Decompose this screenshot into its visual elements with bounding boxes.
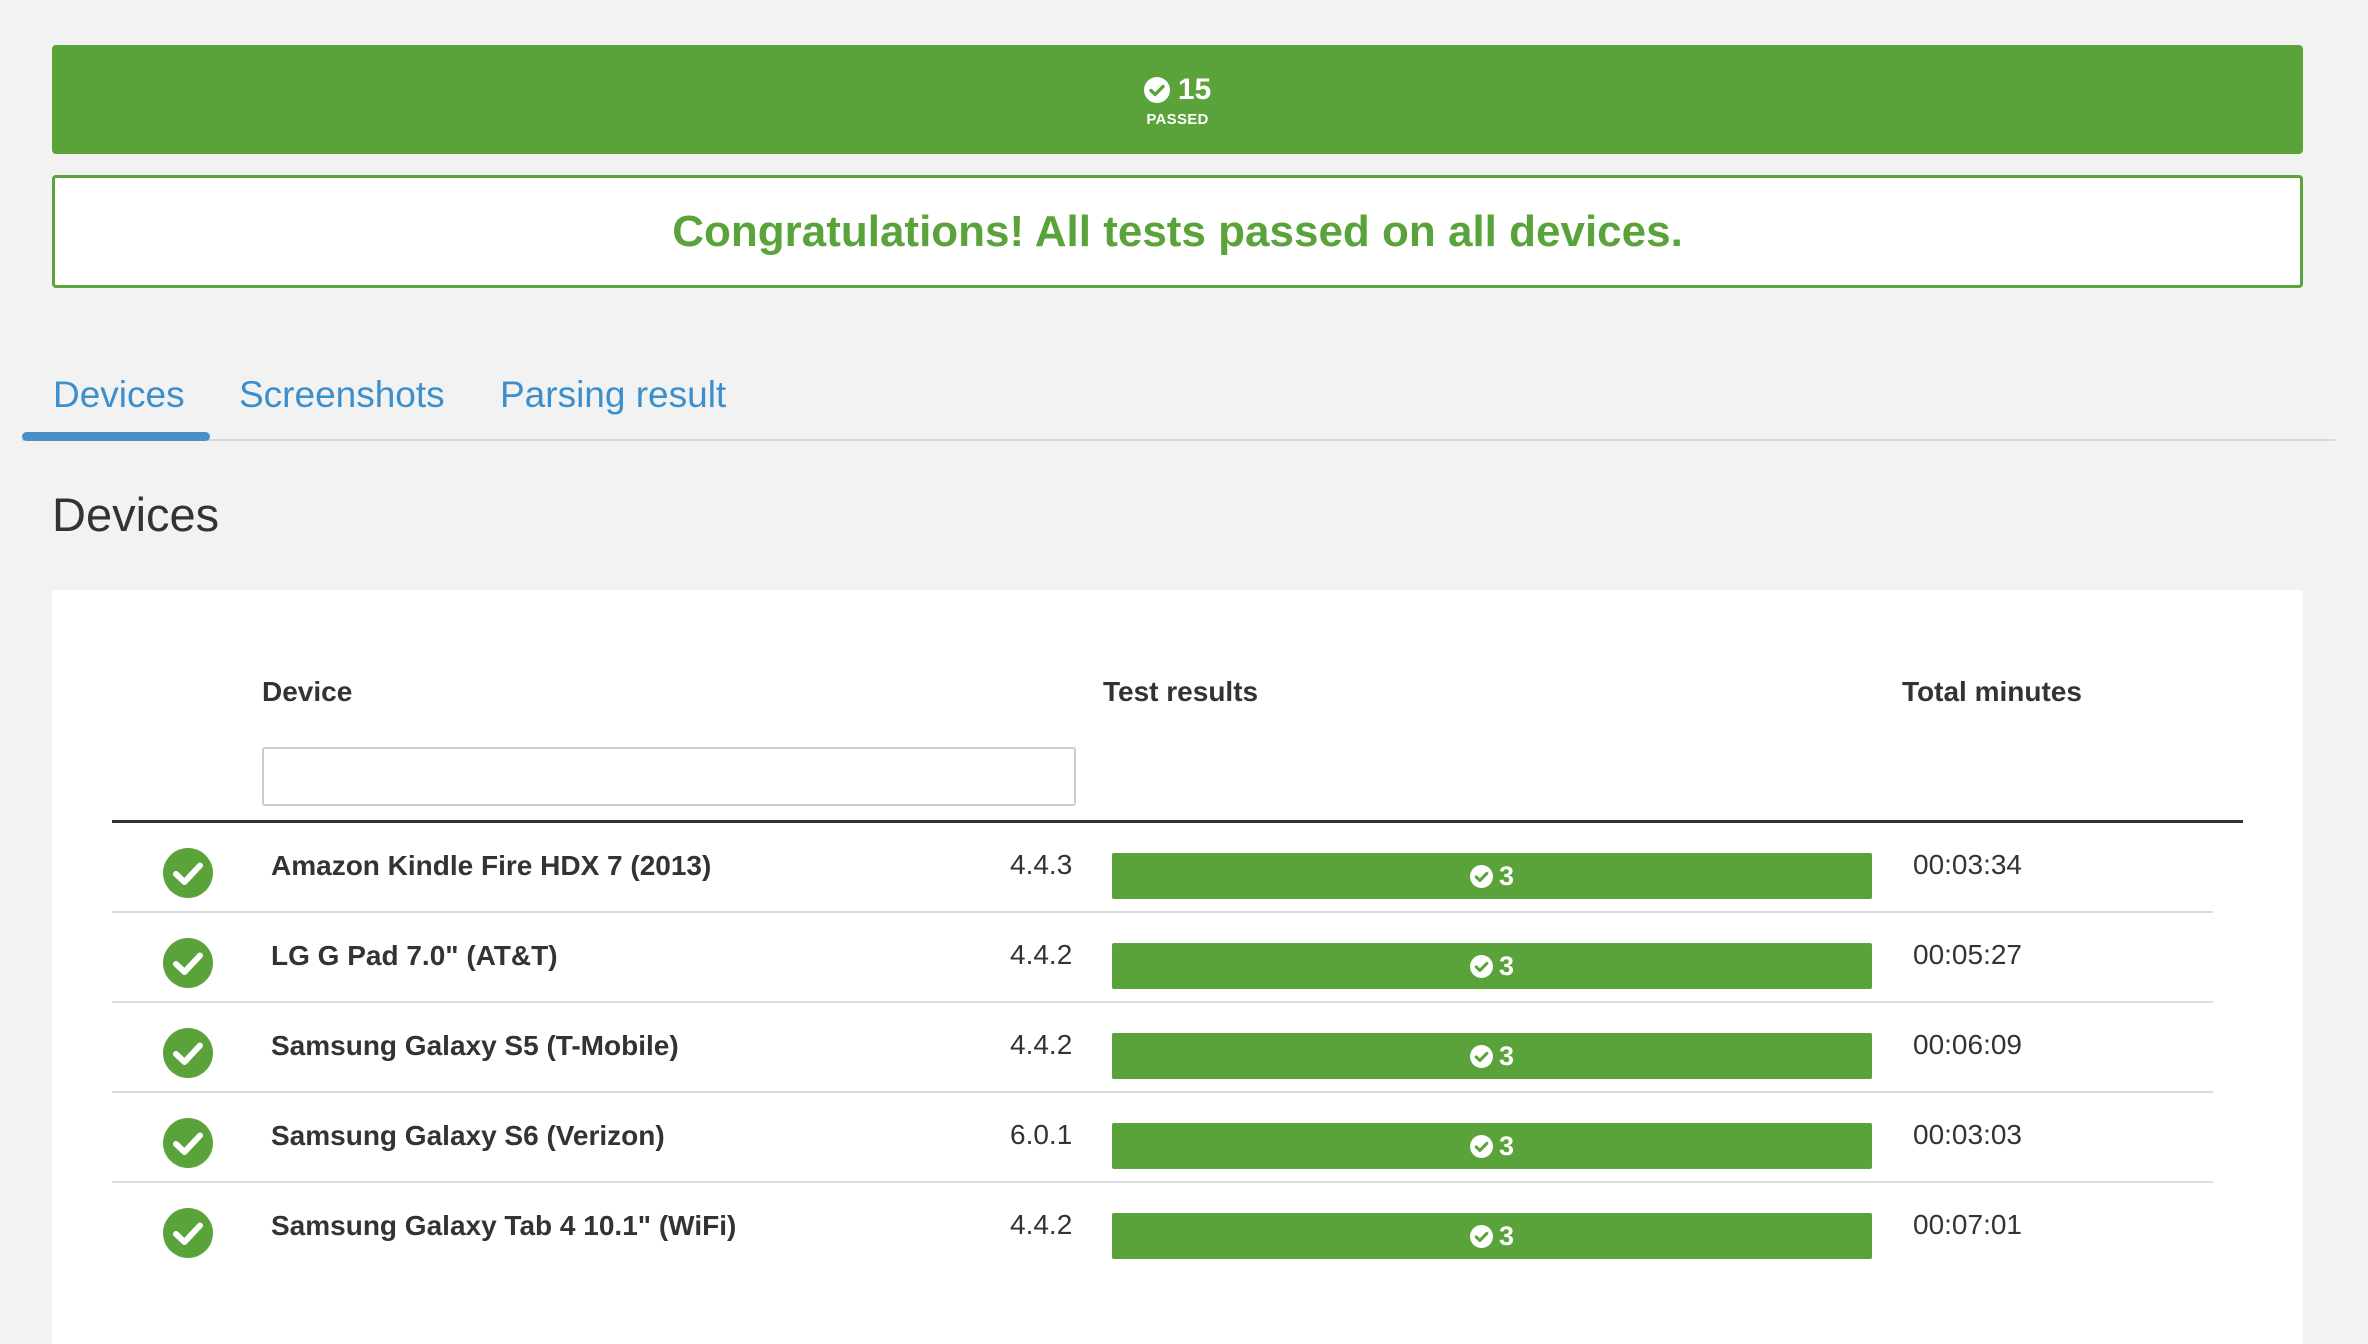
device-table-body: Amazon Kindle Fire HDX 7 (2013) 4.4.3 3 … (112, 823, 2213, 1273)
test-result-bar[interactable]: 3 (1112, 943, 1872, 989)
passed-status-icon (163, 1028, 213, 1078)
table-row[interactable]: Samsung Galaxy S5 (T-Mobile) 4.4.2 3 00:… (112, 1003, 2213, 1093)
passed-status-icon (163, 848, 213, 898)
success-banner: Congratulations! All tests passed on all… (52, 175, 2303, 288)
device-name[interactable]: LG G Pad 7.0" (AT&T) (271, 940, 558, 972)
summary-count-row: 15 (1143, 72, 1212, 106)
passed-status-icon (163, 1208, 213, 1258)
total-minutes: 00:03:03 (1913, 1119, 2022, 1150)
passed-status-icon (163, 1118, 213, 1168)
device-name[interactable]: Samsung Galaxy Tab 4 10.1" (WiFi) (271, 1210, 736, 1242)
table-row[interactable]: Samsung Galaxy S6 (Verizon) 6.0.1 3 00:0… (112, 1093, 2213, 1183)
check-circle-icon (1469, 864, 1493, 888)
active-tab-indicator (22, 432, 210, 441)
tab-bar: Devices Screenshots Parsing result (22, 365, 2335, 441)
passed-test-count: 3 (1498, 860, 1515, 891)
column-header-total-minutes[interactable]: Total minutes (1902, 676, 2082, 708)
tab-screenshots[interactable]: Screenshots (239, 365, 445, 425)
test-result-bar[interactable]: 3 (1112, 853, 1872, 899)
passed-count: 15 (1177, 72, 1212, 106)
check-circle-icon (1469, 1224, 1493, 1248)
devices-panel: Device Test results Total minutes Amazon… (52, 590, 2303, 1344)
tab-devices[interactable]: Devices (53, 365, 185, 425)
section-title: Devices (52, 488, 220, 541)
table-row[interactable]: Amazon Kindle Fire HDX 7 (2013) 4.4.3 3 … (112, 823, 2213, 913)
success-message: Congratulations! All tests passed on all… (672, 206, 1683, 256)
total-minutes: 00:05:27 (1913, 939, 2022, 970)
total-minutes: 00:07:01 (1913, 1209, 2022, 1240)
check-circle-icon (1469, 954, 1493, 978)
tab-parsing-result[interactable]: Parsing result (500, 365, 726, 425)
device-name[interactable]: Samsung Galaxy S6 (Verizon) (271, 1120, 665, 1152)
os-version: 6.0.1 (1010, 1119, 1073, 1150)
check-circle-icon (1143, 76, 1170, 103)
device-name[interactable]: Samsung Galaxy S5 (T-Mobile) (271, 1030, 679, 1062)
passed-test-count: 3 (1498, 1130, 1515, 1161)
passed-test-count: 3 (1498, 1040, 1515, 1071)
os-version: 4.4.2 (1010, 1209, 1073, 1240)
passed-test-count: 3 (1498, 950, 1515, 981)
test-result-bar[interactable]: 3 (1112, 1213, 1872, 1259)
total-minutes: 00:03:34 (1913, 849, 2022, 880)
summary-passed-bar[interactable]: 15 PASSED (52, 45, 2303, 154)
passed-status-icon (163, 938, 213, 988)
os-version: 4.4.2 (1010, 1029, 1073, 1060)
os-version: 4.4.2 (1010, 939, 1073, 970)
passed-label: PASSED (1146, 110, 1209, 128)
check-circle-icon (1469, 1134, 1493, 1158)
os-version: 4.4.3 (1010, 849, 1073, 880)
table-row[interactable]: LG G Pad 7.0" (AT&T) 4.4.2 3 00:05:27 (112, 913, 2213, 1003)
column-header-device[interactable]: Device (262, 676, 352, 708)
device-name[interactable]: Amazon Kindle Fire HDX 7 (2013) (271, 850, 711, 882)
test-result-bar[interactable]: 3 (1112, 1123, 1872, 1169)
total-minutes: 00:06:09 (1913, 1029, 2022, 1060)
check-circle-icon (1469, 1044, 1493, 1068)
device-filter-input[interactable] (262, 747, 1076, 806)
column-header-test-results[interactable]: Test results (1103, 676, 1258, 708)
test-result-bar[interactable]: 3 (1112, 1033, 1872, 1079)
passed-test-count: 3 (1498, 1220, 1515, 1251)
table-row[interactable]: Samsung Galaxy Tab 4 10.1" (WiFi) 4.4.2 … (112, 1183, 2213, 1273)
